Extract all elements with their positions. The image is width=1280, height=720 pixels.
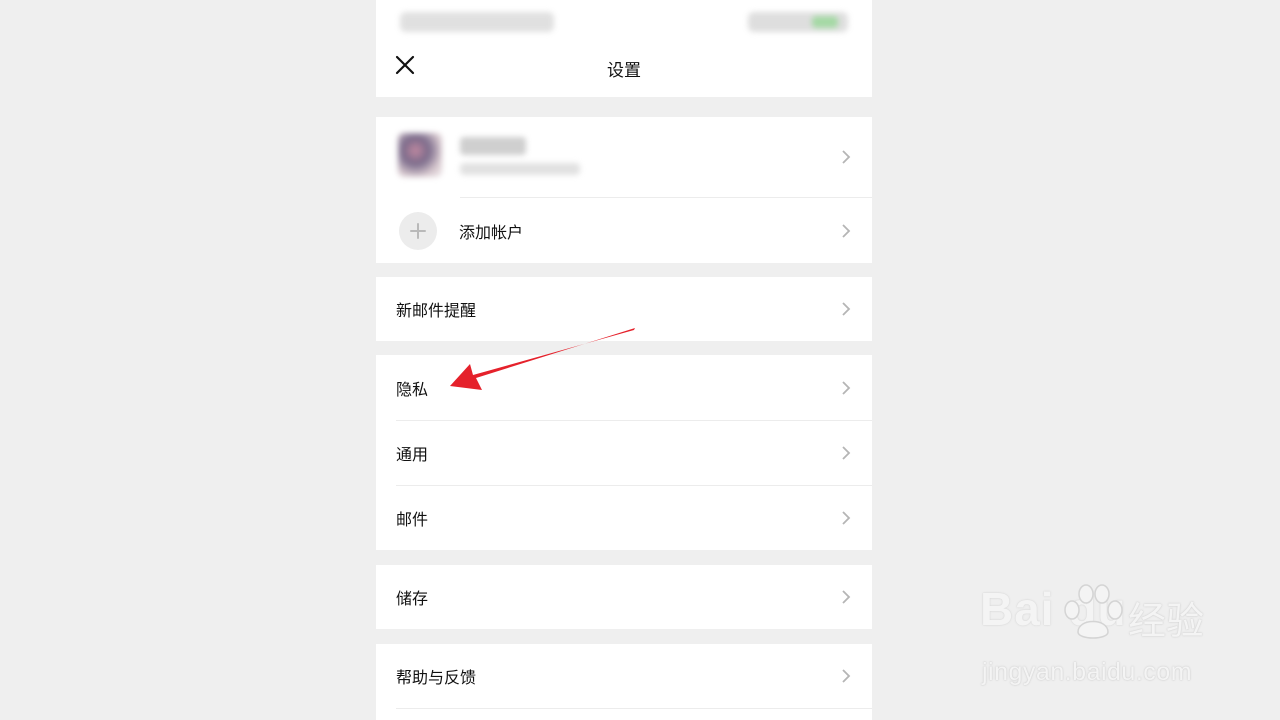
divider [396,708,872,709]
status-bar-icons-blurred [748,12,848,32]
phone-screen: 设置 添加帐户 新邮件提醒 隐私 通用 邮件 储存 帮助与反馈 [376,0,872,720]
chevron-right-icon [840,223,852,239]
privacy-label: 隐私 [396,379,429,399]
account-row[interactable] [376,117,872,197]
help-feedback-label: 帮助与反馈 [396,668,477,687]
settings-group: 隐私 通用 邮件 [376,355,872,550]
watermark-url: jingyan.baidu.com [982,658,1193,686]
add-account-row[interactable]: 添加帐户 [376,198,872,263]
mail-row[interactable]: 邮件 [376,486,872,550]
general-label: 通用 [396,445,429,464]
privacy-row[interactable]: 隐私 [376,355,872,420]
help-group: 帮助与反馈 [376,644,872,720]
paw-icon [1064,584,1123,639]
chevron-right-icon [840,589,852,605]
chevron-right-icon [840,149,852,165]
nav-bar: 设置 [376,40,872,97]
account-name-blurred [460,137,526,155]
account-email-blurred [460,163,580,175]
watermark-cn: 经验 [1128,599,1205,643]
page-title: 设置 [607,61,641,81]
new-mail-alert-row[interactable]: 新邮件提醒 [376,277,872,341]
chevron-right-icon [840,301,852,317]
storage-row[interactable]: 储存 [376,565,872,629]
plus-icon [399,211,437,250]
add-account-label: 添加帐户 [459,222,524,242]
chevron-right-icon [840,510,852,526]
storage-group: 储存 [376,565,872,629]
avatar [398,133,442,177]
chevron-right-icon [840,380,852,396]
status-bar [376,0,872,40]
accounts-group: 添加帐户 [376,117,872,263]
storage-label: 储存 [396,589,429,608]
chevron-right-icon [840,668,852,684]
watermark: Bai du 经验 jingyan.baidu.com [980,582,1240,692]
mail-label: 邮件 [396,510,429,529]
help-feedback-row[interactable]: 帮助与反馈 [376,644,872,708]
new-mail-alert-label: 新邮件提醒 [396,301,477,320]
chevron-right-icon [840,445,852,461]
status-bar-info-blurred [400,12,554,32]
notification-group: 新邮件提醒 [376,277,872,341]
general-row[interactable]: 通用 [376,421,872,485]
